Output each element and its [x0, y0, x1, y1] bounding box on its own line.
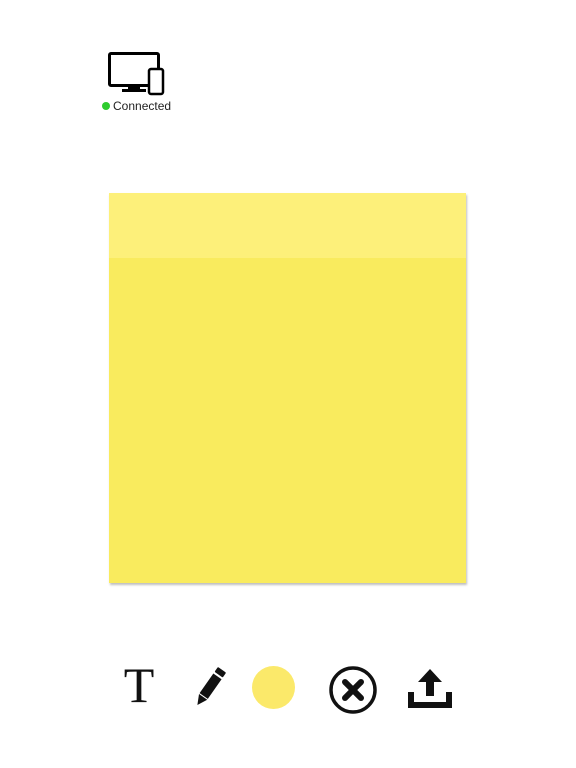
pencil-tool-button[interactable] [190, 664, 230, 710]
connection-status-label: Connected [113, 99, 172, 113]
sticky-note-header[interactable] [109, 193, 466, 258]
sticky-note[interactable] [109, 193, 466, 583]
color-picker-button[interactable] [250, 665, 296, 709]
color-swatch [251, 665, 295, 709]
status-dot [102, 102, 110, 110]
delete-note-button[interactable] [327, 664, 379, 716]
app-screen: Connected T [0, 0, 576, 768]
desktop-and-phone-icon [108, 52, 165, 96]
sticky-note-body[interactable] [109, 258, 466, 583]
text-icon: T [123, 657, 155, 713]
pencil-icon [197, 667, 226, 706]
upload-icon [408, 669, 452, 708]
text-tool-button[interactable]: T [118, 660, 160, 710]
connection-status: Connected [102, 99, 171, 113]
share-button[interactable] [404, 668, 456, 710]
close-circle-icon [329, 666, 377, 714]
